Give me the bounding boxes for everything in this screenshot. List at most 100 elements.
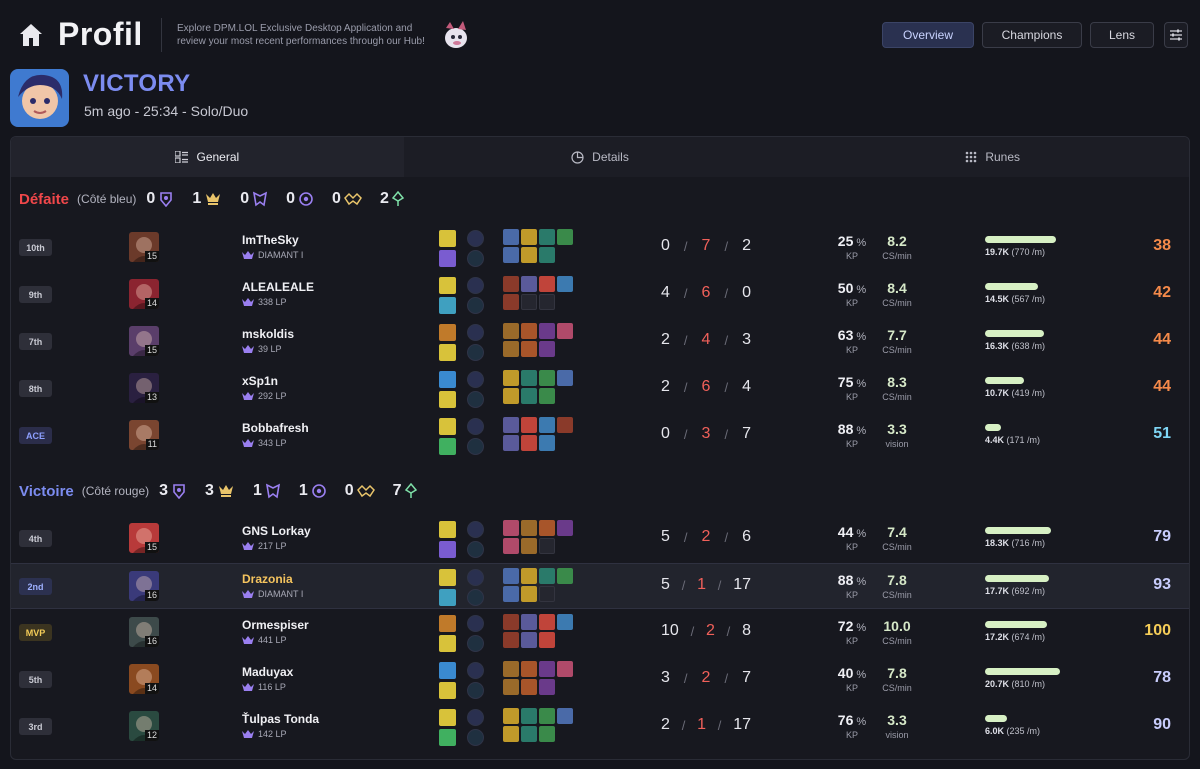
item-icon[interactable] [521,341,537,357]
summoner-spell-icon[interactable] [439,569,456,586]
player-name[interactable]: xSp1n [242,374,278,388]
item-icon[interactable] [503,520,519,536]
item-icon[interactable] [503,417,519,433]
champion-portrait[interactable]: 15 [129,326,159,356]
item-icon[interactable] [503,388,519,404]
item-icon[interactable] [539,568,555,584]
item-icon[interactable] [521,538,537,554]
champion-portrait[interactable]: 15 [129,232,159,262]
player-row[interactable]: MVP 16 Ormespiser 441 LP 10 / 2 / 8 72 % KP 10.0 CS/… [11,610,1189,656]
home-icon[interactable] [18,22,44,48]
summoner-spell-icon[interactable] [439,418,456,435]
item-icon[interactable] [539,632,555,648]
item-icon[interactable] [503,538,519,554]
item-icon[interactable] [557,661,573,677]
poro-mascot-icon[interactable] [440,18,470,52]
player-name[interactable]: GNS Lorkay [242,524,311,538]
summoner-spell-icon[interactable] [439,709,456,726]
summoner-spell-icon[interactable] [439,589,456,606]
player-name[interactable]: Bobbafresh [242,421,309,435]
champions-button[interactable]: Champions [982,22,1082,48]
summoner-spell-icon[interactable] [439,277,456,294]
summoner-spell-icon[interactable] [439,438,456,455]
player-name[interactable]: ImTheSky [242,233,299,247]
secondary-rune-icon[interactable] [467,635,484,652]
summoner-spell-icon[interactable] [439,521,456,538]
item-icon[interactable] [557,614,573,630]
item-icon[interactable] [557,708,573,724]
item-icon[interactable] [521,661,537,677]
item-icon[interactable] [521,435,537,451]
item-icon[interactable] [503,661,519,677]
tab-details[interactable]: Details [404,137,797,177]
item-icon[interactable] [521,726,537,742]
item-icon[interactable] [557,520,573,536]
secondary-rune-icon[interactable] [467,438,484,455]
promo-text[interactable]: Explore DPM.LOL Exclusive Desktop Applic… [177,22,439,48]
item-icon[interactable] [557,323,573,339]
item-icon[interactable] [503,614,519,630]
item-icon[interactable] [521,323,537,339]
item-icon[interactable] [503,568,519,584]
player-name[interactable]: Drazonia [242,572,293,586]
champion-portrait[interactable]: 11 [129,420,159,450]
player-name[interactable]: Ormespiser [242,618,309,632]
keystone-rune-icon[interactable] [467,662,484,679]
item-icon[interactable] [521,586,537,602]
item-icon[interactable] [521,247,537,263]
item-icon[interactable] [539,708,555,724]
item-icon[interactable] [521,417,537,433]
settings-button[interactable] [1164,22,1188,48]
item-icon[interactable] [539,370,555,386]
keystone-rune-icon[interactable] [467,709,484,726]
item-icon[interactable] [557,370,573,386]
player-name[interactable]: Ťulpas Tonda [242,712,319,726]
keystone-rune-icon[interactable] [467,569,484,586]
player-row[interactable]: 10th 15 ImTheSky DIAMANT I 0 / 7 / 2 25 % KP 8.2 CS/… [11,225,1189,271]
summoner-spell-icon[interactable] [439,230,456,247]
summoner-spell-icon[interactable] [439,729,456,746]
item-icon[interactable] [521,388,537,404]
item-icon[interactable] [539,247,555,263]
item-icon[interactable] [521,520,537,536]
summoner-spell-icon[interactable] [439,344,456,361]
item-icon[interactable] [503,247,519,263]
item-icon[interactable] [521,679,537,695]
keystone-rune-icon[interactable] [467,615,484,632]
keystone-rune-icon[interactable] [467,418,484,435]
item-icon[interactable] [503,341,519,357]
player-row[interactable]: ACE 11 Bobbafresh 343 LP 0 / 3 / 7 88 % KP 3.3 visio… [11,413,1189,459]
item-icon[interactable] [539,229,555,245]
item-icon[interactable] [539,520,555,536]
champion-portrait[interactable]: 16 [129,617,159,647]
secondary-rune-icon[interactable] [467,250,484,267]
keystone-rune-icon[interactable] [467,324,484,341]
item-icon[interactable] [503,370,519,386]
summoner-spell-icon[interactable] [439,682,456,699]
item-icon[interactable] [503,632,519,648]
item-icon[interactable] [503,294,519,310]
champion-portrait[interactable]: 13 [129,373,159,403]
champion-portrait[interactable]: 14 [129,664,159,694]
player-row[interactable]: 4th 15 GNS Lorkay 217 LP 5 / 2 / 6 44 % KP 7.4 CS/mi… [11,516,1189,562]
secondary-rune-icon[interactable] [467,297,484,314]
champion-portrait[interactable]: 14 [129,279,159,309]
item-icon[interactable] [557,417,573,433]
item-icon[interactable] [557,229,573,245]
item-icon[interactable] [557,276,573,292]
item-icon[interactable] [539,726,555,742]
summoner-spell-icon[interactable] [439,391,456,408]
item-icon[interactable] [521,276,537,292]
summoner-spell-icon[interactable] [439,635,456,652]
player-name[interactable]: ALEALEALE [242,280,314,294]
player-row[interactable]: 2nd 16 Drazonia DIAMANT I 5 / 1 / 17 88 % KP 7.8 CS/… [11,563,1189,609]
summoner-spell-icon[interactable] [439,371,456,388]
item-icon[interactable] [539,614,555,630]
keystone-rune-icon[interactable] [467,371,484,388]
player-row[interactable]: 8th 13 xSp1n 292 LP 2 / 6 / 4 75 % KP 8.3 CS/min 10.7… [11,366,1189,412]
summoner-spell-icon[interactable] [439,662,456,679]
item-icon[interactable] [521,229,537,245]
item-icon[interactable] [557,568,573,584]
item-icon[interactable] [521,568,537,584]
summoner-spell-icon[interactable] [439,250,456,267]
